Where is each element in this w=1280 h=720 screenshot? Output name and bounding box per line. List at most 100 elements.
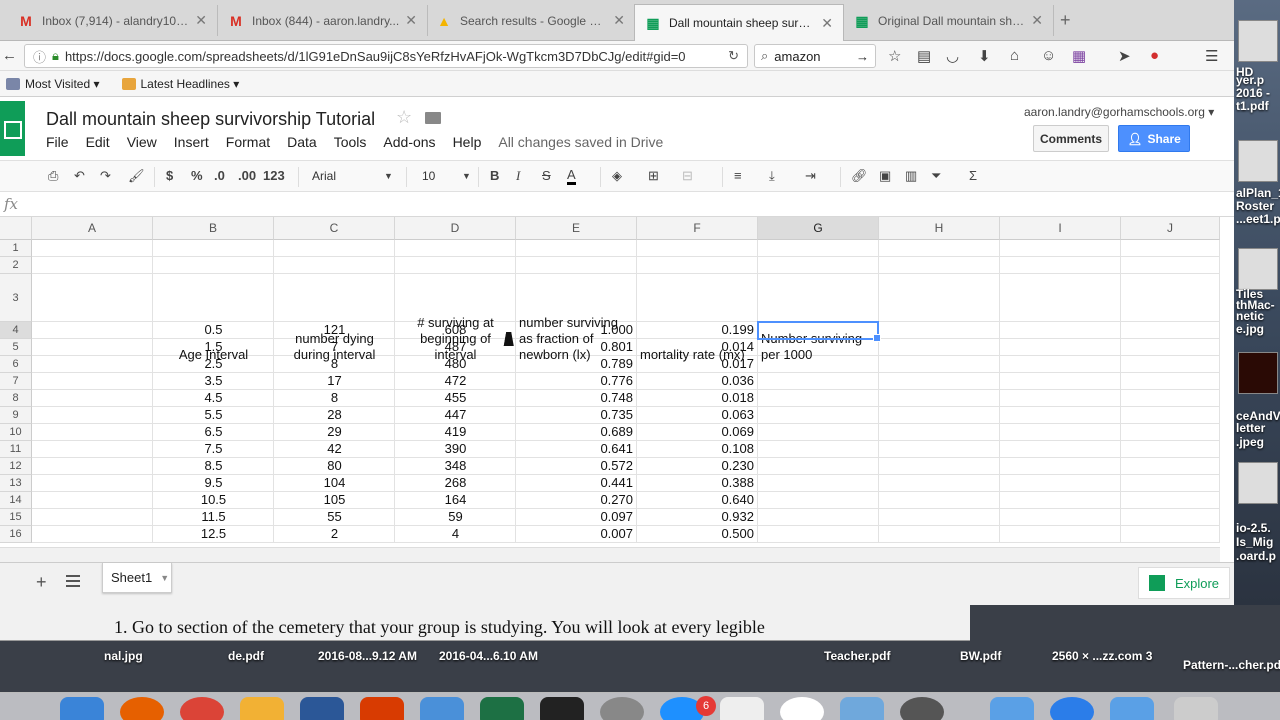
grid-cell[interactable]: [32, 240, 153, 257]
new-tab-button[interactable]: +: [1060, 10, 1071, 31]
decrease-decimal-button[interactable]: .0: [214, 168, 225, 183]
document-title[interactable]: Dall mountain sheep survivorship Tutoria…: [46, 109, 375, 130]
italic-button[interactable]: I: [516, 168, 520, 184]
grid-cell[interactable]: [32, 458, 153, 475]
column-header-c[interactable]: C: [274, 217, 395, 240]
font-family-select[interactable]: Arial: [306, 166, 394, 188]
grid-cell[interactable]: [1000, 475, 1121, 492]
grid-cell[interactable]: [1121, 322, 1220, 339]
grid-cell[interactable]: [1121, 458, 1220, 475]
menu-data[interactable]: Data: [287, 134, 317, 150]
grid-cell[interactable]: [274, 240, 395, 257]
grid-cell[interactable]: [274, 257, 395, 274]
grid-cell[interactable]: [274, 274, 395, 322]
column-header-d[interactable]: D: [395, 217, 516, 240]
grid-cell[interactable]: [758, 441, 879, 458]
grid-cell[interactable]: [32, 339, 153, 356]
data-cell[interactable]: 0.641: [516, 441, 637, 458]
data-cell[interactable]: 5.5: [153, 407, 274, 424]
row-header[interactable]: 5: [0, 339, 32, 356]
grid-cell[interactable]: [1121, 492, 1220, 509]
row-header[interactable]: 9: [0, 407, 32, 424]
chrome-icon[interactable]: [180, 697, 224, 720]
horizontal-scrollbar[interactable]: [0, 547, 1220, 562]
data-cell[interactable]: 0.801: [516, 339, 637, 356]
undo-icon[interactable]: ↶: [74, 168, 85, 184]
data-cell[interactable]: 0.007: [516, 526, 637, 543]
column-header-b[interactable]: B: [153, 217, 274, 240]
menu-addons[interactable]: Add-ons: [383, 134, 435, 150]
grid-cell[interactable]: [637, 257, 758, 274]
data-cell[interactable]: 0.776: [516, 373, 637, 390]
data-cell[interactable]: 0.5: [153, 322, 274, 339]
grid-cell[interactable]: [32, 441, 153, 458]
grid-cell[interactable]: [32, 373, 153, 390]
grid-cell[interactable]: [879, 274, 1000, 322]
grid-cell[interactable]: [32, 407, 153, 424]
grid-cell[interactable]: [1121, 356, 1220, 373]
grid-cell[interactable]: [1121, 274, 1220, 322]
grid-cell[interactable]: [1121, 424, 1220, 441]
desktop-file-icon[interactable]: [1238, 462, 1278, 504]
grid-cell[interactable]: [758, 475, 879, 492]
folder-icon[interactable]: [990, 697, 1034, 720]
data-cell[interactable]: 1.000: [516, 322, 637, 339]
grid-cell[interactable]: [637, 274, 758, 322]
more-formats-button[interactable]: 123: [263, 168, 285, 183]
grid-cell[interactable]: [1121, 441, 1220, 458]
pocket-icon[interactable]: ◡: [946, 47, 959, 65]
grid-cell[interactable]: [879, 356, 1000, 373]
go-icon[interactable]: →: [856, 49, 869, 64]
row-header[interactable]: 12: [0, 458, 32, 475]
grid-cell[interactable]: [1121, 475, 1220, 492]
grid-cell[interactable]: [32, 424, 153, 441]
chevron-down-icon[interactable]: ▼: [160, 573, 169, 583]
desktop-file-label[interactable]: nal.jpg: [104, 650, 143, 663]
data-cell[interactable]: 9.5: [153, 475, 274, 492]
grid-cell[interactable]: [153, 257, 274, 274]
preview-icon[interactable]: [840, 697, 884, 720]
insert-comment-icon[interactable]: ▣: [879, 168, 891, 184]
select-all-corner[interactable]: [0, 217, 32, 240]
grid-cell[interactable]: [758, 390, 879, 407]
send-icon[interactable]: ➤: [1118, 47, 1131, 65]
bookmark-most-visited[interactable]: Most Visited ▾: [6, 77, 100, 91]
adblock-icon[interactable]: ●: [1150, 47, 1159, 64]
grid-cell[interactable]: [758, 424, 879, 441]
grid-cell[interactable]: [879, 458, 1000, 475]
data-cell[interactable]: 4: [395, 526, 516, 543]
grid-cell[interactable]: [516, 240, 637, 257]
grid-cell[interactable]: [879, 424, 1000, 441]
close-icon[interactable]: ✕: [405, 12, 417, 29]
download-icon[interactable]: ⬇: [978, 47, 991, 65]
search-input[interactable]: amazon: [774, 49, 856, 64]
print-icon[interactable]: ⎙: [48, 168, 58, 184]
data-cell[interactable]: 348: [395, 458, 516, 475]
grid-cell[interactable]: [32, 492, 153, 509]
data-cell[interactable]: 2: [274, 526, 395, 543]
back-icon[interactable]: ←: [2, 47, 17, 64]
data-cell[interactable]: 28: [274, 407, 395, 424]
row-header[interactable]: 13: [0, 475, 32, 492]
data-cell[interactable]: 8: [274, 356, 395, 373]
strikethrough-button[interactable]: S: [542, 168, 551, 183]
chevron-down-icon[interactable]: ▼: [462, 171, 471, 181]
row-header[interactable]: 4: [0, 322, 32, 339]
grid-cell[interactable]: [758, 274, 879, 322]
row-header[interactable]: 15: [0, 509, 32, 526]
grid-cell[interactable]: [32, 526, 153, 543]
fill-color-icon[interactable]: ◈: [612, 168, 622, 184]
text-wrap-icon[interactable]: ⇥: [805, 168, 816, 184]
grid-cell[interactable]: [758, 407, 879, 424]
grid-cell[interactable]: [32, 274, 153, 322]
desktop-file-label[interactable]: Pattern-...cher.pdf: [1183, 659, 1280, 672]
data-cell[interactable]: 472: [395, 373, 516, 390]
data-cell[interactable]: 80: [274, 458, 395, 475]
paint-format-icon[interactable]: 🖌︎: [128, 168, 145, 184]
data-cell[interactable]: 0.108: [637, 441, 758, 458]
data-cell[interactable]: 11.5: [153, 509, 274, 526]
row-header[interactable]: 6: [0, 356, 32, 373]
grid-cell[interactable]: [1121, 390, 1220, 407]
chat-icon[interactable]: ☺: [1041, 47, 1056, 64]
menu-help[interactable]: Help: [453, 134, 482, 150]
